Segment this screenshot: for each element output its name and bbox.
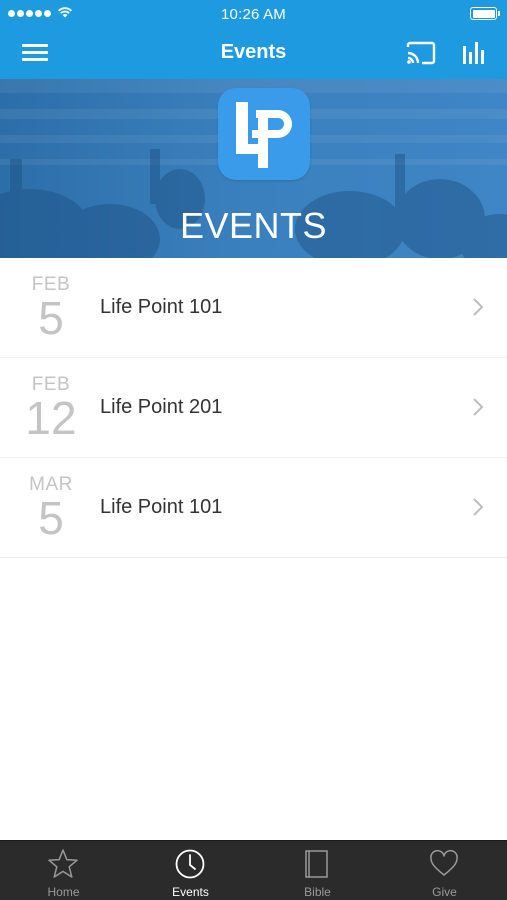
nav-bar: Events bbox=[0, 28, 507, 79]
status-bar: 10:26 AM bbox=[0, 0, 507, 28]
event-row[interactable]: FEB 5 Life Point 101 bbox=[0, 258, 507, 358]
event-day: 5 bbox=[38, 492, 64, 544]
tab-bible[interactable]: Bible bbox=[254, 841, 381, 900]
tab-label: Events bbox=[172, 885, 209, 899]
event-date: MAR 5 bbox=[14, 474, 88, 541]
chevron-right-icon bbox=[473, 298, 484, 316]
hero-title: EVENTS bbox=[179, 205, 328, 246]
tab-home[interactable]: Home bbox=[0, 841, 127, 900]
battery-icon bbox=[470, 7, 500, 20]
tab-bar: Home Events Bible Give bbox=[0, 840, 507, 900]
event-date: FEB 5 bbox=[14, 274, 88, 341]
cast-icon[interactable] bbox=[404, 38, 438, 68]
tab-label: Bible bbox=[304, 885, 331, 899]
book-icon bbox=[305, 850, 328, 878]
tab-label: Home bbox=[47, 885, 80, 899]
heart-icon bbox=[430, 849, 458, 876]
event-day: 12 bbox=[25, 392, 77, 444]
tab-events[interactable]: Events bbox=[127, 841, 254, 900]
chevron-right-icon bbox=[473, 398, 484, 416]
event-name: Life Point 201 bbox=[100, 396, 223, 418]
tab-give[interactable]: Give bbox=[381, 841, 507, 900]
event-row[interactable]: MAR 5 Life Point 101 bbox=[0, 458, 507, 558]
event-name: Life Point 101 bbox=[100, 296, 223, 318]
hero-banner: EVENTS bbox=[0, 79, 507, 258]
status-time: 10:26 AM bbox=[221, 6, 286, 23]
event-day: 5 bbox=[38, 292, 64, 344]
star-icon bbox=[48, 849, 78, 878]
top-bar: 10:26 AM Events bbox=[0, 0, 507, 79]
stats-icon[interactable] bbox=[458, 38, 492, 68]
event-date: FEB 12 bbox=[14, 374, 88, 441]
event-name: Life Point 101 bbox=[100, 496, 223, 518]
app-logo bbox=[218, 88, 310, 180]
tab-label: Give bbox=[432, 885, 457, 899]
event-row[interactable]: FEB 12 Life Point 201 bbox=[0, 358, 507, 458]
clock-icon bbox=[175, 849, 205, 879]
lp-logo-mark bbox=[236, 102, 292, 168]
chevron-right-icon bbox=[473, 498, 484, 516]
events-list: FEB 5 Life Point 101 FEB 12 Life Point 2… bbox=[0, 258, 507, 558]
